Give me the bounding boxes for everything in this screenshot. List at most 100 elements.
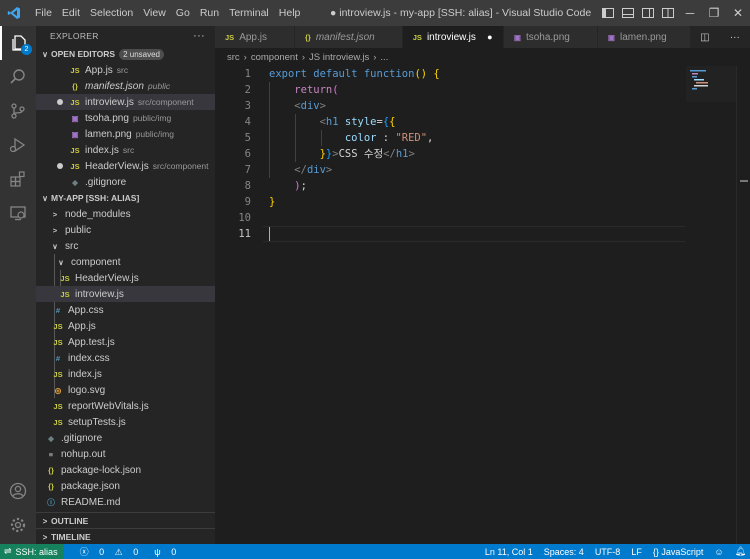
breadcrumb: src › component › JS introview.js › ... (215, 48, 750, 66)
gitignore-file-icon: ◆ (72, 177, 78, 187)
project-section[interactable]: ∨ MY-APP [SSH: ALIAS] (36, 190, 215, 206)
menu-terminal[interactable]: Terminal (224, 0, 274, 26)
unsaved-dot-icon[interactable]: ● (485, 32, 495, 42)
tree-folder[interactable]: > public (36, 222, 215, 238)
remote-explorer-icon[interactable] (0, 196, 36, 230)
json-file-icon: {} (48, 465, 54, 475)
tab-lamen-png[interactable]: ▣ lamen.png (597, 26, 695, 48)
code-editor[interactable]: 1 export default function() { 2 return( 3… (215, 66, 685, 242)
restore-icon[interactable]: ❐ (702, 0, 726, 26)
open-editor-item[interactable]: ▣ tsoha.png public/img (36, 110, 215, 126)
open-editor-item-active[interactable]: JS introview.js src/component (36, 94, 215, 110)
open-editor-path: src (122, 145, 135, 155)
layout-icon[interactable] (658, 0, 678, 26)
tree-file[interactable]: JS setupTests.js (36, 414, 215, 430)
tab-introview-js[interactable]: JS introview.js ● (402, 26, 504, 48)
tab-label: introview.js (426, 31, 476, 43)
open-editor-item[interactable]: JS index.js src (36, 142, 215, 158)
language-mode[interactable]: {} JavaScript (653, 547, 704, 557)
explorer-icon[interactable]: 2 (0, 26, 36, 60)
timeline-header[interactable]: > TIMELINE (36, 529, 215, 544)
minimap[interactable] (686, 66, 736, 166)
menu-view[interactable]: View (138, 0, 171, 26)
more-actions-icon[interactable]: ··· (730, 32, 740, 43)
toggle-sidebar-icon[interactable] (598, 0, 618, 26)
close-window-icon[interactable]: ✕ (726, 0, 750, 26)
js-file-icon: JS (70, 161, 80, 171)
breadcrumb-file[interactable]: JS introview.js (309, 52, 369, 63)
tree-file[interactable]: JS index.js (36, 366, 215, 382)
ports-indicator[interactable]: ψ 0 (146, 547, 176, 557)
tree-folder[interactable]: ∨ src (36, 238, 215, 254)
unsaved-dot-icon[interactable] (57, 163, 63, 169)
run-debug-icon[interactable] (0, 128, 36, 162)
tree-file[interactable]: ◎ logo.svg (36, 382, 215, 398)
breadcrumb-symbol[interactable]: ... (380, 52, 388, 63)
tree-file[interactable]: # index.css (36, 350, 215, 366)
extensions-icon[interactable] (0, 162, 36, 196)
breadcrumb-src[interactable]: src (227, 52, 240, 63)
tree-file[interactable]: # App.css (36, 302, 215, 318)
tree-item-name: App.js (68, 320, 96, 332)
menu-help[interactable]: Help (274, 0, 306, 26)
window-controls: ─ ❐ ✕ (598, 0, 750, 26)
minimize-icon[interactable]: ─ (678, 0, 702, 26)
menu-file[interactable]: File (30, 0, 57, 26)
outline-section[interactable]: > OUTLINE (36, 512, 215, 529)
menu-go[interactable]: Go (171, 0, 195, 26)
open-editors-label: OPEN EDITORS (51, 49, 116, 59)
tree-file[interactable]: ◆ .gitignore (36, 430, 215, 446)
tree-file[interactable]: {} package.json (36, 478, 215, 494)
tab-app-js[interactable]: JS App.js (215, 26, 295, 48)
editor-tabs: JS App.js {} manifest.json JS introview.js ●… (215, 26, 750, 48)
menu-edit[interactable]: Edit (57, 0, 85, 26)
open-editor-item[interactable]: JS HeaderView.js src/component (36, 158, 215, 174)
toggle-panel-icon[interactable] (618, 0, 638, 26)
tree-file[interactable]: {} package-lock.json (36, 462, 215, 478)
line-number: 9 (244, 196, 251, 208)
tree-file[interactable]: ≡ nohup.out (36, 446, 215, 462)
notifications-bell-icon[interactable]: 🔔︎ (735, 546, 746, 557)
image-file-icon: ▣ (71, 129, 79, 139)
open-editor-item[interactable]: ◆ .gitignore (36, 174, 215, 190)
tree-file[interactable]: ⓘ README.md (36, 494, 215, 510)
source-control-icon[interactable] (0, 94, 36, 128)
timeline-section[interactable]: > TIMELINE (36, 528, 215, 544)
unsaved-dot-icon[interactable] (57, 99, 63, 105)
encoding[interactable]: UTF-8 (595, 547, 621, 557)
remote-indicator[interactable]: ⇌ SSH: alias (0, 544, 64, 559)
cursor-position[interactable]: Ln 11, Col 1 (485, 547, 533, 557)
open-editor-item[interactable]: {} manifest.json public (36, 78, 215, 94)
account-icon[interactable] (0, 474, 36, 508)
feedback-icon[interactable]: ☺ (714, 547, 723, 557)
tab-tsoha-png[interactable]: ▣ tsoha.png (503, 26, 598, 48)
menu-selection[interactable]: Selection (85, 0, 138, 26)
menu-run[interactable]: Run (195, 0, 224, 26)
breadcrumb-component[interactable]: component (251, 52, 298, 63)
end-of-line[interactable]: LF (631, 547, 642, 557)
tree-file-selected[interactable]: JS introview.js (36, 286, 215, 302)
search-icon[interactable] (0, 60, 36, 94)
split-editor-icon[interactable]: ◫ (700, 32, 709, 43)
tree-file[interactable]: JS HeaderView.js (36, 270, 215, 286)
tab-manifest-json[interactable]: {} manifest.json (294, 26, 403, 48)
outline-header[interactable]: > OUTLINE (36, 513, 215, 529)
open-editor-item[interactable]: JS App.js src (36, 62, 215, 78)
toggle-secondary-sidebar-icon[interactable] (638, 0, 658, 26)
tree-item-name: logo.svg (68, 384, 106, 396)
indentation[interactable]: Spaces: 4 (544, 547, 584, 557)
tree-folder[interactable]: > node_modules (36, 206, 215, 222)
settings-gear-icon[interactable] (0, 508, 36, 542)
vertical-scrollbar[interactable] (736, 66, 750, 544)
tree-file[interactable]: JS App.test.js (36, 334, 215, 350)
open-editors-section[interactable]: ∨ OPEN EDITORS 2 unsaved (36, 46, 215, 62)
warning-icon: ⚠ (114, 547, 123, 557)
chevron-right-icon: > (52, 225, 58, 235)
open-editor-item[interactable]: ▣ lamen.png public/img (36, 126, 215, 142)
problems-indicator[interactable]: ⓧ 0 ⚠ 0 (72, 545, 139, 558)
tree-file[interactable]: JS reportWebVitals.js (36, 398, 215, 414)
tree-folder[interactable]: ∨ component (36, 254, 215, 270)
token: { (389, 116, 396, 128)
tree-file[interactable]: JS App.js (36, 318, 215, 334)
more-actions-icon[interactable]: ··· (193, 30, 205, 42)
